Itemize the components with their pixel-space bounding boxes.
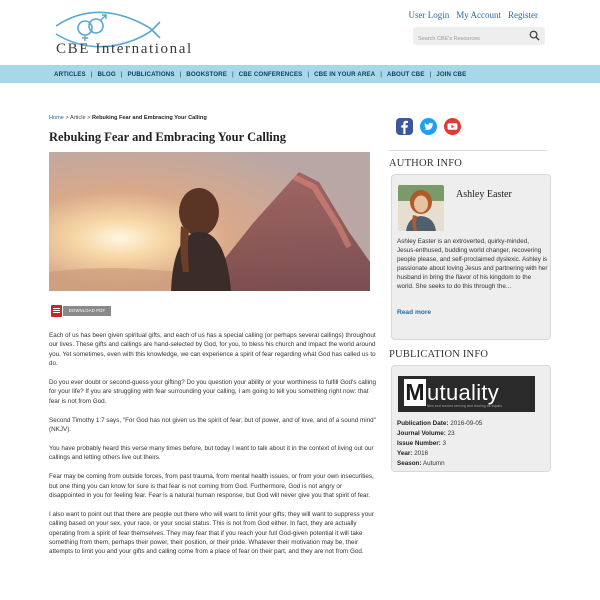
register-link[interactable]: Register <box>508 10 538 20</box>
article-paragraph: Do you ever doubt or second-guess your g… <box>49 378 377 405</box>
pub-row-season: Season: Autumn <box>397 460 445 467</box>
pub-row-volume: Journal Volume: 23 <box>397 430 455 437</box>
read-more-link[interactable]: Read more <box>397 309 431 316</box>
masthead-title: utuality <box>427 380 500 405</box>
nav-about-cbe[interactable]: ABOUT CBE <box>387 71 425 78</box>
article-paragraph: Each of us has been given spiritual gift… <box>49 332 376 367</box>
article-body: Each of us has been given spiritual gift… <box>49 331 377 566</box>
youtube-icon[interactable] <box>444 118 461 135</box>
site-header: CBE International User Login My Account … <box>0 0 600 64</box>
author-info-heading: AUTHOR INFO <box>389 158 463 169</box>
breadcrumb-sep: > <box>87 115 91 121</box>
user-login-link[interactable]: User Login <box>409 10 450 20</box>
author-name: Ashley Easter <box>456 189 512 200</box>
my-account-link[interactable]: My Account <box>456 10 501 20</box>
nav-bookstore[interactable]: BOOKSTORE <box>186 71 227 78</box>
social-links <box>396 118 461 135</box>
page-title: Rebuking Fear and Embracing Your Calling <box>49 130 286 144</box>
facebook-icon[interactable] <box>396 118 413 135</box>
nav-separator: | <box>120 70 123 78</box>
publication-card: M utuality Men and women serving and lea… <box>391 365 551 472</box>
nav-cbe-conferences[interactable]: CBE CONFERENCES <box>239 71 303 78</box>
nav-cbe-in-your-area[interactable]: CBE IN YOUR AREA <box>314 71 375 78</box>
breadcrumb: Home > Article > Rebuking Fear and Embra… <box>49 115 207 121</box>
article-paragraph: Second Timothy 1:7 says, "For God has no… <box>49 416 376 433</box>
download-pdf-label: DOWNLOAD PDF <box>63 306 111 316</box>
publication-meta: Publication Date: 2016-09-05 Journal Vol… <box>397 419 482 469</box>
pdf-icon <box>51 305 62 317</box>
nav-separator: | <box>380 70 382 78</box>
pub-row-year: Year: 2016 <box>397 450 429 457</box>
article-paragraph: Fear may be coming from outside forces, … <box>49 473 374 500</box>
nav-separator: | <box>179 70 182 78</box>
nav-blog[interactable]: BLOG <box>97 71 115 78</box>
mutuality-masthead[interactable]: M utuality Men and women serving and lea… <box>398 376 535 412</box>
search-icon[interactable] <box>529 30 540 41</box>
article-paragraph: You have probably heard this verse many … <box>49 445 374 462</box>
breadcrumb-sep: > <box>65 115 69 121</box>
masthead-initial: M <box>404 379 426 406</box>
logo-wordmark: CBE International <box>56 41 193 57</box>
search-input[interactable] <box>413 30 525 48</box>
masthead-tagline: Men and women serving and leading as equ… <box>427 404 503 408</box>
author-card: Ashley Easter Ashley Easter is an extrov… <box>391 174 551 340</box>
hero-photo <box>49 152 370 291</box>
nav-publications[interactable]: PUBLICATIONS <box>127 71 174 78</box>
search-box <box>413 27 545 48</box>
nav-join-cbe[interactable]: JOIN CBE <box>436 71 466 78</box>
main-nav: ARTICLES | BLOG | PUBLICATIONS | BOOKSTO… <box>0 65 600 83</box>
author-photo <box>398 185 444 231</box>
download-pdf-button[interactable]: DOWNLOAD PDF <box>51 305 111 317</box>
twitter-icon[interactable] <box>420 118 437 135</box>
breadcrumb-current: Rebuking Fear and Embracing Your Calling <box>91 115 207 121</box>
publication-info-heading: PUBLICATION INFO <box>389 349 489 360</box>
pub-row-date: Publication Date: 2016-09-05 <box>397 420 483 427</box>
nav-separator: | <box>429 70 432 78</box>
breadcrumb-article[interactable]: Article <box>70 115 86 121</box>
hero-image <box>49 152 370 291</box>
nav-separator: | <box>307 70 310 78</box>
article-paragraph: I also want to point out that there are … <box>49 511 374 556</box>
user-links: User Login My Account Register <box>409 10 539 20</box>
nav-separator: | <box>90 70 93 78</box>
nav-articles[interactable]: ARTICLES <box>54 71 86 78</box>
pub-row-issue: Issue Number: 3 <box>397 440 447 447</box>
breadcrumb-home[interactable]: Home <box>49 115 64 121</box>
sidebar-divider <box>389 150 547 151</box>
author-bio: Ashley Easter is an extroverted, quirky-… <box>397 238 548 291</box>
nav-separator: | <box>231 70 234 78</box>
